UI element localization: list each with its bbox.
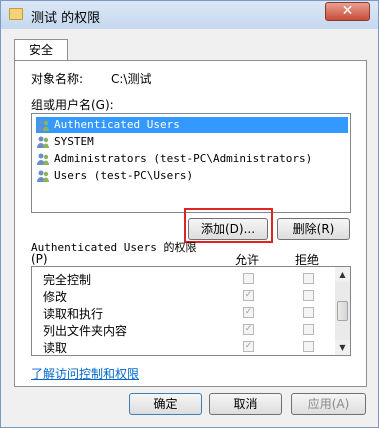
allow-checkbox[interactable]: ✓ [243, 341, 254, 352]
groups-label: 组或用户名(G): [31, 98, 114, 112]
users-icon [37, 170, 49, 182]
groups-listbox[interactable]: Authenticated Users SYSTEM Administrator… [31, 113, 351, 213]
deny-checkbox[interactable] [303, 307, 314, 318]
remove-button[interactable]: 删除(R) [277, 218, 350, 240]
deny-checkbox[interactable] [303, 324, 314, 335]
deny-checkbox[interactable] [303, 273, 314, 284]
permission-name: 列出文件夹内容 [43, 324, 128, 338]
group-item-users[interactable]: Users (test-PC\Users) [36, 168, 348, 184]
users-icon [37, 153, 49, 165]
permissions-title-suffix: (P) [31, 252, 48, 266]
learn-access-control-link[interactable]: 了解访问控制和权限 [31, 365, 139, 382]
folder-icon [9, 8, 23, 20]
deny-checkbox[interactable] [303, 290, 314, 301]
cancel-button[interactable]: 取消 [209, 393, 282, 415]
permission-name: 修改 [43, 290, 68, 304]
allow-checkbox[interactable]: ✓ [243, 290, 254, 301]
close-button[interactable]: ✕ [325, 2, 370, 21]
tab-security[interactable]: 安全 [14, 39, 68, 61]
allow-checkbox[interactable]: ✓ [243, 307, 254, 318]
window-title: 测试 的权限 [31, 11, 101, 26]
group-item-label: SYSTEM [54, 135, 94, 148]
apply-button[interactable]: 应用(A) [291, 393, 366, 415]
permissions-scrollbar[interactable]: ▲ ▼ [335, 267, 350, 355]
group-item-label: Authenticated Users [54, 118, 180, 131]
deny-checkbox[interactable] [303, 341, 314, 352]
group-item-system[interactable]: SYSTEM [36, 134, 348, 150]
permission-name: 读取和执行 [43, 307, 104, 321]
object-name-value: C:\测试 [111, 72, 152, 86]
permission-name: 读取 [43, 341, 68, 355]
permission-row-read: 读取 ✓ [32, 338, 335, 355]
permissions-table: 完全控制 修改 ✓ 读取和执行 ✓ 列出文件夹内容 ✓ 读取 ✓ ▲ ▼ [31, 266, 351, 356]
permissions-dialog: 测试 的权限 ✕ 安全 对象名称: C:\测试 组或用户名(G): Authen… [0, 0, 379, 428]
ok-button[interactable]: 确定 [129, 393, 202, 415]
permission-row-modify: 修改 ✓ [32, 287, 335, 304]
users-icon [37, 119, 49, 131]
title-bar[interactable]: 测试 的权限 ✕ [1, 1, 378, 29]
scroll-up-arrow-icon[interactable]: ▲ [335, 267, 350, 282]
add-button[interactable]: 添加(D)... [188, 218, 268, 240]
permission-row-full-control: 完全控制 [32, 270, 335, 287]
permission-row-list-folder: 列出文件夹内容 ✓ [32, 321, 335, 338]
allow-checkbox[interactable] [243, 273, 254, 284]
users-icon [37, 136, 49, 148]
permission-name: 完全控制 [43, 273, 92, 287]
allow-checkbox[interactable]: ✓ [243, 324, 254, 335]
scroll-down-arrow-icon[interactable]: ▼ [335, 340, 350, 355]
group-item-administrators[interactable]: Administrators (test-PC\Administrators) [36, 151, 348, 167]
group-item-label: Administrators (test-PC\Administrators) [54, 152, 313, 165]
object-name-label: 对象名称: [31, 72, 84, 86]
scroll-thumb[interactable] [337, 301, 348, 321]
permission-row-read-execute: 读取和执行 ✓ [32, 304, 335, 321]
group-item-authenticated-users[interactable]: Authenticated Users [36, 117, 348, 133]
group-item-label: Users (test-PC\Users) [54, 169, 194, 182]
permissions-title: Authenticated Users 的权限 [31, 241, 197, 254]
